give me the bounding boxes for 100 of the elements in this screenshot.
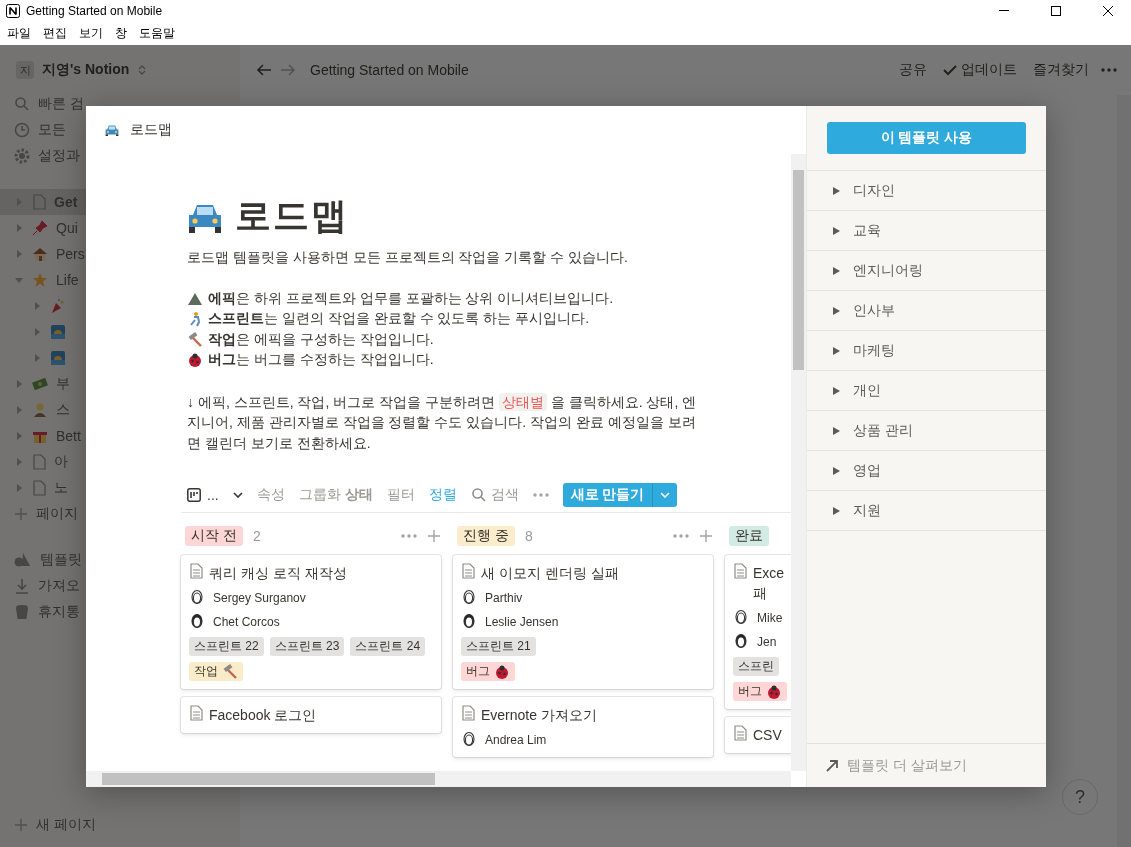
new-button[interactable]: 새로 만들기	[562, 482, 678, 507]
runner-icon	[187, 311, 203, 328]
sidebar-item[interactable]: Life	[0, 267, 86, 293]
instruction-text: ↓ 에픽, 스프린트, 작업, 버그로 작업을 구분하려면 상태별 을 클릭하세요. 상태, 엔지니어, 제품 관리자별로 작업을 정렬할 수도 있습니다. 작업의 완료 예정일을 보려면 캘린더 보기로 전환하세요.	[187, 391, 698, 453]
board-control[interactable]: 필터	[386, 485, 415, 504]
category-item[interactable]: 지원	[807, 490, 1046, 530]
workspace-name[interactable]: 지영's Notion	[42, 61, 130, 79]
sidebar-item[interactable]: 스	[0, 397, 86, 423]
board-control[interactable]: 속성	[256, 485, 285, 504]
category-item[interactable]: 디자인	[807, 170, 1046, 210]
sidebar-item[interactable]: Qui	[0, 215, 86, 241]
category-item[interactable]: 엔지니어링	[807, 250, 1046, 290]
page-icon	[461, 705, 475, 721]
board-card[interactable]: 새 이모지 렌더링 실패 Parthiv Leslie Jensen 스프린트 21 버그	[453, 555, 713, 689]
category-item[interactable]: 상품 관리	[807, 410, 1046, 450]
clock-icon	[14, 122, 30, 138]
sidebar-action[interactable]: 빠른 검	[0, 91, 86, 117]
page-icon	[32, 454, 46, 470]
sidebar-action[interactable]: 모든	[0, 117, 86, 143]
disclosure-triangle-icon	[14, 379, 24, 389]
tag: 스프린트 24	[350, 637, 426, 656]
definition-text: 버그는 버그를 수정하는 작업입니다.	[208, 351, 434, 370]
use-template-button[interactable]: 이 템플릿 사용	[827, 122, 1026, 154]
category-item[interactable]: 마케팅	[807, 330, 1046, 370]
person-name: Parthiv	[485, 591, 523, 605]
sidebar-item[interactable]: Pers	[0, 241, 86, 267]
person-avatar-icon	[461, 731, 477, 749]
status-label: 완료	[729, 526, 769, 546]
board-control[interactable]: 그룹화 상태	[298, 485, 373, 504]
search-icon	[470, 486, 487, 503]
menu-item[interactable]: 도움말	[134, 23, 180, 44]
card-title: 새 이모지 렌더링 실패	[481, 564, 619, 583]
pin-icon	[32, 220, 48, 236]
board-card[interactable]: Facebook 로그인	[181, 697, 441, 733]
expand-triangle-icon	[831, 225, 841, 236]
more-icon	[401, 534, 417, 538]
page-title: 로드맵	[235, 194, 349, 238]
definition-text: 작업은 에픽을 구성하는 작업입니다.	[208, 330, 434, 349]
forward-arrow-icon	[280, 63, 296, 77]
topbar-button[interactable]: 업데이트	[939, 59, 1021, 81]
disclosure-triangle-icon	[32, 327, 42, 337]
board-card[interactable]: Evernote 가져오기 Andrea Lim	[453, 697, 713, 757]
window-title: Getting Started on Mobile	[26, 4, 164, 18]
topbar-button[interactable]: 즐겨찾기	[1029, 59, 1093, 81]
category-item[interactable]: 영업	[807, 450, 1046, 490]
menu-item[interactable]: 보기	[74, 23, 108, 44]
card-title: Exce	[753, 564, 785, 583]
menu-item[interactable]: 창	[110, 23, 132, 44]
tag: 스프린트 22	[189, 637, 264, 656]
minimize-icon	[999, 10, 1009, 12]
disclosure-triangle-icon	[14, 275, 24, 285]
app-logo-icon	[6, 4, 20, 18]
sidebar-action[interactable]: 휴지통	[0, 599, 86, 625]
person-name: Jen	[757, 635, 777, 649]
house-icon	[32, 246, 48, 262]
category-item[interactable]: 개인	[807, 370, 1046, 410]
sidebar-action[interactable]: 템플릿	[0, 547, 86, 573]
more-icon	[1101, 68, 1117, 72]
sidebar-item[interactable]: 노	[0, 475, 86, 501]
category-item[interactable]: 인사부	[807, 290, 1046, 330]
hammer-icon	[222, 663, 238, 680]
close-icon	[1103, 6, 1113, 16]
board-card[interactable]: 쿼리 캐싱 로직 재작성 Sergey Surganov Chet Corcos 스프린트 22 스프린트 23 스프린트 24 작업	[181, 555, 441, 689]
person-name: Mike	[757, 611, 783, 625]
view-switcher[interactable]: ...	[181, 486, 219, 503]
sidebar-item[interactable]: Bett	[0, 423, 86, 449]
add-page-item[interactable]: 페이지	[0, 501, 86, 527]
person-avatar-icon	[189, 613, 205, 631]
help-button[interactable]: ?	[1062, 779, 1098, 815]
board-card[interactable]: CSV	[725, 717, 791, 753]
board-control[interactable]: 검색	[470, 485, 519, 504]
scrollbar[interactable]	[791, 154, 806, 771]
topbar-button[interactable]: 공유	[895, 59, 931, 81]
star-icon	[32, 272, 48, 288]
category-item[interactable]: 교육	[807, 210, 1046, 250]
person-name: Leslie Jensen	[485, 615, 559, 629]
disclosure-triangle-icon	[32, 301, 42, 311]
hammer-icon	[187, 331, 203, 348]
board-control[interactable]: 정렬	[428, 485, 457, 504]
check-icon	[943, 64, 957, 76]
page-icon	[461, 563, 475, 579]
scrollbar[interactable]	[86, 771, 791, 787]
more-templates-link[interactable]: 템플릿 더 살펴보기	[807, 743, 1046, 787]
page-breadcrumb[interactable]: Getting Started on Mobile	[310, 62, 887, 78]
sidebar-action[interactable]: 설정과	[0, 143, 86, 169]
plus-icon	[14, 507, 28, 521]
card-count: 8	[524, 528, 534, 544]
sidebar-action[interactable]: 가져오	[0, 573, 86, 599]
menu-item[interactable]: 파일	[2, 23, 36, 44]
card-title: Evernote 가져오기	[481, 706, 597, 725]
menu-item[interactable]: 편집	[38, 23, 72, 44]
new-page-button[interactable]: 새 페이지	[0, 803, 240, 847]
mountain-icon	[187, 291, 203, 306]
person-avatar-icon	[461, 589, 477, 607]
tag: 작업	[189, 662, 243, 681]
disclosure-triangle-icon	[14, 223, 24, 233]
car-icon	[104, 123, 120, 137]
sidebar-item[interactable]: 부	[0, 371, 86, 397]
ladybug-icon	[766, 683, 782, 700]
sidebar-item[interactable]: 아	[0, 449, 86, 475]
